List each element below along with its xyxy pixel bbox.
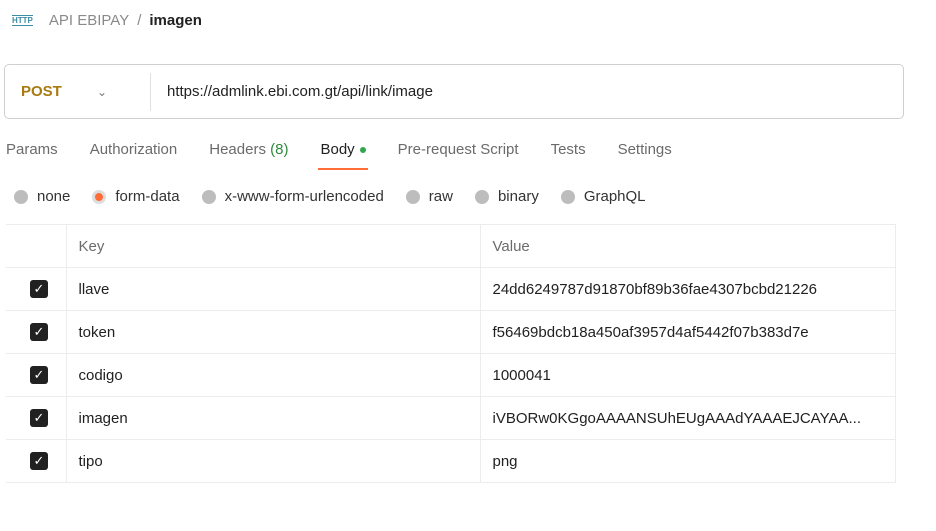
table-row: ✓ llave 24dd6249787d91870bf89b36fae4307b… [6, 267, 896, 311]
checkbox-checked-icon[interactable]: ✓ [30, 323, 48, 341]
headers-count: (8) [270, 141, 289, 158]
tab-pre-request-script[interactable]: Pre-request Script [398, 141, 519, 170]
method-label: POST [21, 83, 62, 100]
radio-icon [201, 189, 216, 204]
key-column-header: Key [65, 224, 481, 268]
checkbox-column-header [6, 224, 67, 268]
table-row: ✓ codigo 1000041 [6, 353, 896, 397]
tab-label: Body [320, 141, 355, 158]
radio-icon [474, 189, 489, 204]
tab-label: Params [6, 141, 58, 158]
radio-icon [560, 189, 575, 204]
radio-x-www-form-urlencoded[interactable]: x-www-form-urlencoded [201, 188, 384, 205]
form-data-table: Key Value ✓ llave 24dd6249787d91870bf89b… [6, 224, 896, 483]
checkbox-cell: ✓ [6, 267, 67, 311]
table-row: ✓ tipo png [6, 439, 896, 483]
checkbox-checked-icon[interactable]: ✓ [30, 409, 48, 427]
key-cell[interactable]: token [65, 310, 481, 354]
radio-label: raw [428, 188, 453, 205]
key-cell[interactable]: codigo [65, 353, 481, 397]
key-cell[interactable]: imagen [65, 396, 481, 440]
breadcrumb: HTTP API EBIPAY / imagen [12, 12, 202, 29]
radio-label: x-www-form-urlencoded [224, 188, 384, 205]
radio-graphql[interactable]: GraphQL [560, 188, 646, 205]
checkbox-cell: ✓ [6, 310, 67, 354]
radio-icon [14, 189, 28, 204]
radio-label: GraphQL [583, 188, 646, 205]
chevron-down-icon: ⌄ [97, 84, 108, 99]
tab-params[interactable]: Params [6, 141, 58, 170]
method-select[interactable]: POST ⌄ [5, 72, 151, 111]
value-column-header: Value [479, 224, 896, 268]
checkbox-checked-icon[interactable]: ✓ [30, 452, 48, 470]
checkbox-cell: ✓ [6, 353, 67, 397]
radio-binary[interactable]: binary [474, 188, 539, 205]
tab-label: Tests [550, 141, 586, 158]
checkbox-checked-icon[interactable]: ✓ [30, 366, 48, 384]
tab-label: Headers [209, 141, 266, 158]
radio-label: binary [497, 188, 539, 205]
table-row: ✓ token f56469bdcb18a450af3957d4af5442f0… [6, 310, 896, 354]
tab-headers[interactable]: Headers (8) [209, 141, 288, 170]
radio-label: form-data [115, 188, 180, 205]
breadcrumb-collection[interactable]: API EBIPAY [49, 12, 129, 29]
radio-form-data[interactable]: form-data [92, 188, 180, 205]
tab-body[interactable]: Body [318, 141, 368, 170]
url-input[interactable]: https://admlink.ebi.com.gt/api/link/imag… [151, 83, 433, 100]
value-cell[interactable]: f56469bdcb18a450af3957d4af5442f07b383d7e [479, 310, 896, 354]
status-dot-icon [359, 147, 366, 154]
value-cell[interactable]: 24dd6249787d91870bf89b36fae4307bcbd21226 [479, 267, 896, 311]
radio-selected-icon [92, 189, 107, 204]
body-mode-group: none form-data x-www-form-urlencoded raw… [14, 188, 668, 205]
tab-label: Settings [617, 141, 672, 158]
checkbox-cell: ✓ [6, 439, 67, 483]
checkbox-cell: ✓ [6, 396, 67, 440]
radio-label: none [37, 188, 71, 205]
tab-label: Pre-request Script [397, 141, 519, 158]
radio-icon [405, 189, 420, 204]
value-cell[interactable]: png [479, 439, 896, 483]
request-tabs: Params Authorization Headers (8) Body Pr… [6, 141, 704, 170]
breadcrumb-separator: / [137, 12, 142, 29]
request-name[interactable]: imagen [149, 12, 202, 29]
tab-label: Authorization [89, 141, 178, 158]
tab-authorization[interactable]: Authorization [90, 141, 178, 170]
tab-tests[interactable]: Tests [551, 141, 586, 170]
value-cell[interactable]: iVBORw0KGgoAAAANSUhEUgAAAdYAAAEJCAYAA... [479, 396, 896, 440]
http-icon: HTTP [12, 15, 33, 26]
table-header: Key Value [6, 224, 896, 268]
url-bar: POST ⌄ https://admlink.ebi.com.gt/api/li… [4, 64, 904, 119]
value-cell[interactable]: 1000041 [479, 353, 896, 397]
tab-settings[interactable]: Settings [618, 141, 672, 170]
checkbox-checked-icon[interactable]: ✓ [30, 280, 48, 298]
radio-none[interactable]: none [14, 188, 70, 205]
key-cell[interactable]: llave [65, 267, 481, 311]
table-row: ✓ imagen iVBORw0KGgoAAAANSUhEUgAAAdYAAAE… [6, 396, 896, 440]
key-cell[interactable]: tipo [65, 439, 481, 483]
radio-raw[interactable]: raw [405, 188, 453, 205]
